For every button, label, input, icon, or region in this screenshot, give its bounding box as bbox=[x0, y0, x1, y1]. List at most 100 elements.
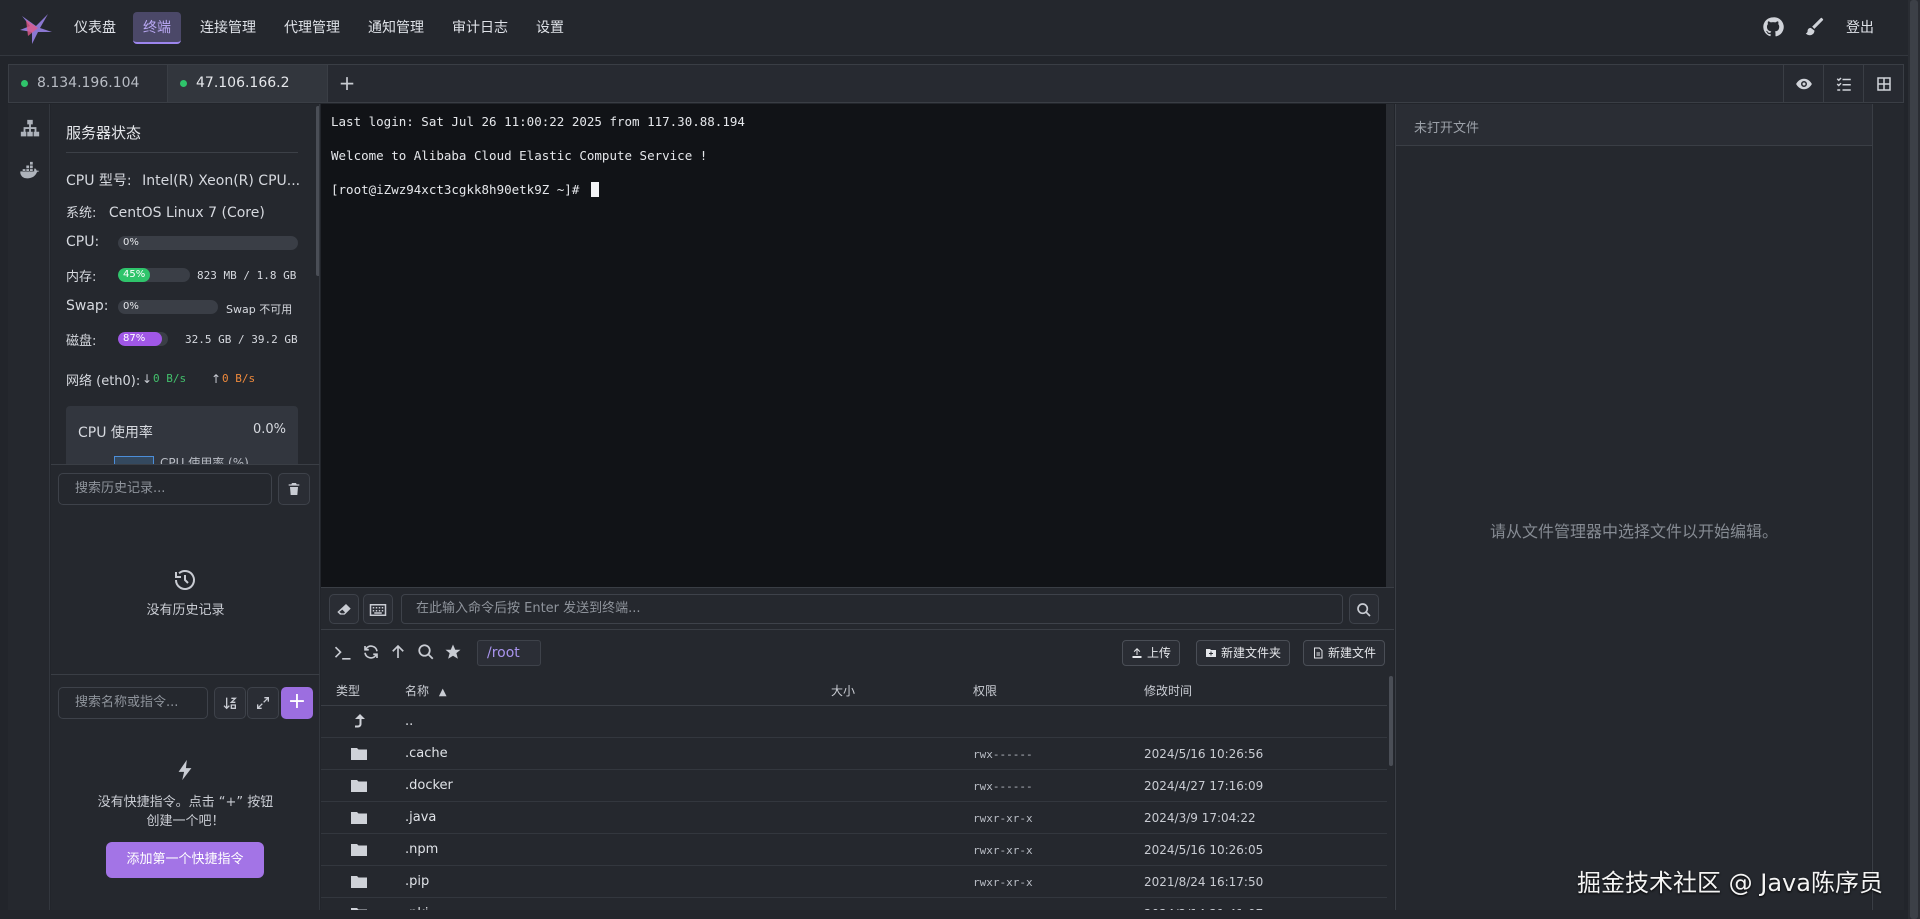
file-permissions: rwxr-xr-x bbox=[973, 812, 1033, 825]
clear-history-button[interactable] bbox=[278, 473, 310, 505]
file-permissions: rwx------ bbox=[973, 908, 1033, 910]
right-gutter bbox=[1872, 104, 1904, 910]
file-row[interactable]: .java rwxr-xr-x 2024/3/9 17:04:22 bbox=[321, 802, 1387, 834]
refresh-icon[interactable] bbox=[362, 643, 382, 663]
status-scrollbar[interactable] bbox=[316, 106, 319, 276]
file-row[interactable]: .cache rwx------ 2024/5/16 10:26:56 bbox=[321, 738, 1387, 770]
logout-button[interactable]: 登出 bbox=[1846, 12, 1874, 44]
page-scrollbar-thumb[interactable] bbox=[1910, 0, 1918, 919]
current-path[interactable]: /root bbox=[477, 640, 541, 666]
server-network-icon[interactable] bbox=[19, 118, 41, 140]
terminal-search-button[interactable] bbox=[1349, 594, 1379, 624]
column-header-type[interactable]: 类型 bbox=[336, 682, 360, 699]
nav-settings[interactable]: 设置 bbox=[526, 12, 574, 44]
nav-audit-log[interactable]: 审计日志 bbox=[442, 12, 518, 44]
file-modified-time: 2021/8/24 16:17:50 bbox=[1144, 875, 1264, 889]
file-name: .cache bbox=[405, 746, 448, 761]
quick-commands-panel: 搜索名称或指令... + 没有快捷指令。点击 “+” 按钮 创建一个吧！ 添加第… bbox=[51, 674, 320, 910]
folder-icon bbox=[351, 779, 367, 793]
disk-usage-fill: 87% bbox=[118, 332, 162, 346]
top-navbar: 仪表盘 终端 连接管理 代理管理 通知管理 审计日志 设置 登出 bbox=[0, 0, 1920, 56]
sort-asc-icon: ▲ bbox=[438, 687, 447, 698]
page-scrollbar[interactable] bbox=[1908, 0, 1920, 919]
file-permissions: rwxr-xr-x bbox=[973, 844, 1033, 857]
nav-notifications[interactable]: 通知管理 bbox=[358, 12, 434, 44]
command-input[interactable]: 在此输入命令后按 Enter 发送到终端... bbox=[401, 594, 1343, 624]
cpu-chart-title: CPU 使用率 bbox=[78, 425, 153, 441]
layout-grid-icon[interactable] bbox=[1863, 65, 1903, 102]
upload-button[interactable]: 上传 bbox=[1122, 640, 1181, 666]
cpu-chart-value: 0.0% bbox=[252, 422, 286, 437]
star-icon[interactable] bbox=[444, 643, 464, 663]
add-first-quick-command-button[interactable]: 添加第一个快捷指令 bbox=[106, 842, 264, 878]
file-name: .pki bbox=[405, 906, 429, 910]
parent-directory-row[interactable]: .. bbox=[321, 706, 1387, 738]
github-icon[interactable] bbox=[1762, 16, 1786, 40]
watermark: 掘金技术社区 @ Java陈序员 bbox=[1577, 869, 1883, 897]
terminal-prompt-icon[interactable] bbox=[333, 643, 353, 663]
file-name: .docker bbox=[405, 778, 453, 793]
history-search-input[interactable]: 搜索历史记录... bbox=[58, 473, 272, 505]
file-list-scrollbar[interactable] bbox=[1389, 676, 1393, 766]
keyboard-icon bbox=[369, 604, 387, 616]
list-check-icon[interactable] bbox=[1823, 65, 1863, 102]
clear-terminal-button[interactable] bbox=[329, 594, 359, 624]
sort-button[interactable] bbox=[214, 687, 246, 719]
column-header-permissions[interactable]: 权限 bbox=[973, 682, 997, 699]
quick-empty-text-1: 没有快捷指令。点击 “+” 按钮 bbox=[97, 795, 274, 810]
folder-plus-icon bbox=[1206, 649, 1216, 657]
add-tab-button[interactable]: + bbox=[337, 73, 357, 93]
command-input-bar: 在此输入命令后按 Enter 发送到终端... bbox=[321, 587, 1394, 629]
expand-icon bbox=[257, 697, 269, 709]
brush-icon[interactable] bbox=[1803, 16, 1827, 40]
cpu-usage-bar: 0% bbox=[118, 236, 298, 250]
trash-icon bbox=[288, 483, 300, 495]
docker-icon[interactable] bbox=[19, 160, 41, 182]
search-icon[interactable] bbox=[417, 643, 437, 663]
swap-detail: Swap 不可用 bbox=[226, 303, 293, 316]
keyboard-button[interactable] bbox=[363, 594, 393, 624]
server-status-title: 服务器状态 bbox=[66, 124, 142, 142]
column-header-modified[interactable]: 修改时间 bbox=[1144, 682, 1192, 699]
memory-usage-bar: 45% bbox=[118, 268, 190, 282]
network-download-rate: 0 B/s bbox=[153, 372, 187, 385]
session-tab-label: 8.134.196.104 bbox=[37, 75, 140, 91]
file-modified-time: 2024/3/9 17:04:22 bbox=[1144, 811, 1256, 825]
nav-terminal[interactable]: 终端 bbox=[133, 12, 181, 44]
file-row[interactable]: .npm rwxr-xr-x 2024/5/16 10:26:05 bbox=[321, 834, 1387, 866]
os-label: 系统: bbox=[66, 206, 97, 221]
file-row[interactable]: .docker rwx------ 2024/4/27 17:16:09 bbox=[321, 770, 1387, 802]
session-tab[interactable]: 8.134.196.104 bbox=[9, 65, 168, 102]
file-modified-time: 2024/5/16 10:26:56 bbox=[1144, 747, 1264, 761]
cpu-usage-chart-card: CPU 使用率 0.0% CPU 使用率 (%) bbox=[66, 406, 298, 464]
expand-button[interactable] bbox=[247, 687, 279, 719]
eye-icon[interactable] bbox=[1783, 65, 1823, 102]
session-tab-active[interactable]: 47.106.166.2 bbox=[168, 65, 328, 102]
nav-dashboard[interactable]: 仪表盘 bbox=[64, 12, 126, 44]
swap-label: Swap: bbox=[66, 298, 109, 314]
app-logo-icon[interactable] bbox=[18, 10, 54, 46]
new-folder-button[interactable]: 新建文件夹 bbox=[1196, 640, 1291, 666]
network-upload-rate: 0 B/s bbox=[222, 372, 256, 385]
quick-empty-text-2: 创建一个吧！ bbox=[146, 814, 225, 829]
column-header-size[interactable]: 大小 bbox=[831, 682, 855, 699]
new-folder-label: 新建文件夹 bbox=[1221, 646, 1282, 660]
quick-command-search-input[interactable]: 搜索名称或指令... bbox=[58, 687, 208, 719]
terminal-output[interactable]: Last login: Sat Jul 26 11:00:22 2025 fro… bbox=[321, 104, 1394, 587]
os-value: CentOS Linux 7 (Core) bbox=[108, 205, 265, 221]
cpu-chart-legend-swatch bbox=[114, 456, 154, 464]
nav-connections[interactable]: 连接管理 bbox=[190, 12, 266, 44]
column-header-name[interactable]: 名称 ▲ bbox=[405, 682, 447, 699]
arrow-up-icon[interactable] bbox=[389, 643, 409, 663]
os-row: 系统: CentOS Linux 7 (Core) bbox=[66, 202, 265, 221]
bolt-icon bbox=[176, 759, 194, 781]
session-tab-bar: 8.134.196.104 47.106.166.2 + bbox=[8, 64, 1904, 103]
file-row[interactable]: .pip rwxr-xr-x 2021/8/24 16:17:50 bbox=[321, 866, 1387, 898]
swap-usage-text: 0% bbox=[123, 301, 139, 312]
editor-tab-header: 未打开文件 bbox=[1396, 104, 1872, 146]
nav-proxies[interactable]: 代理管理 bbox=[274, 12, 350, 44]
new-file-button[interactable]: 新建文件 bbox=[1303, 640, 1386, 666]
add-quick-command-button[interactable]: + bbox=[281, 687, 313, 719]
file-modified-time: 2024/2/14 21:41:07 bbox=[1144, 907, 1263, 910]
file-row[interactable]: .pki rwx------ 2024/2/14 21:41:07 bbox=[321, 898, 1387, 910]
